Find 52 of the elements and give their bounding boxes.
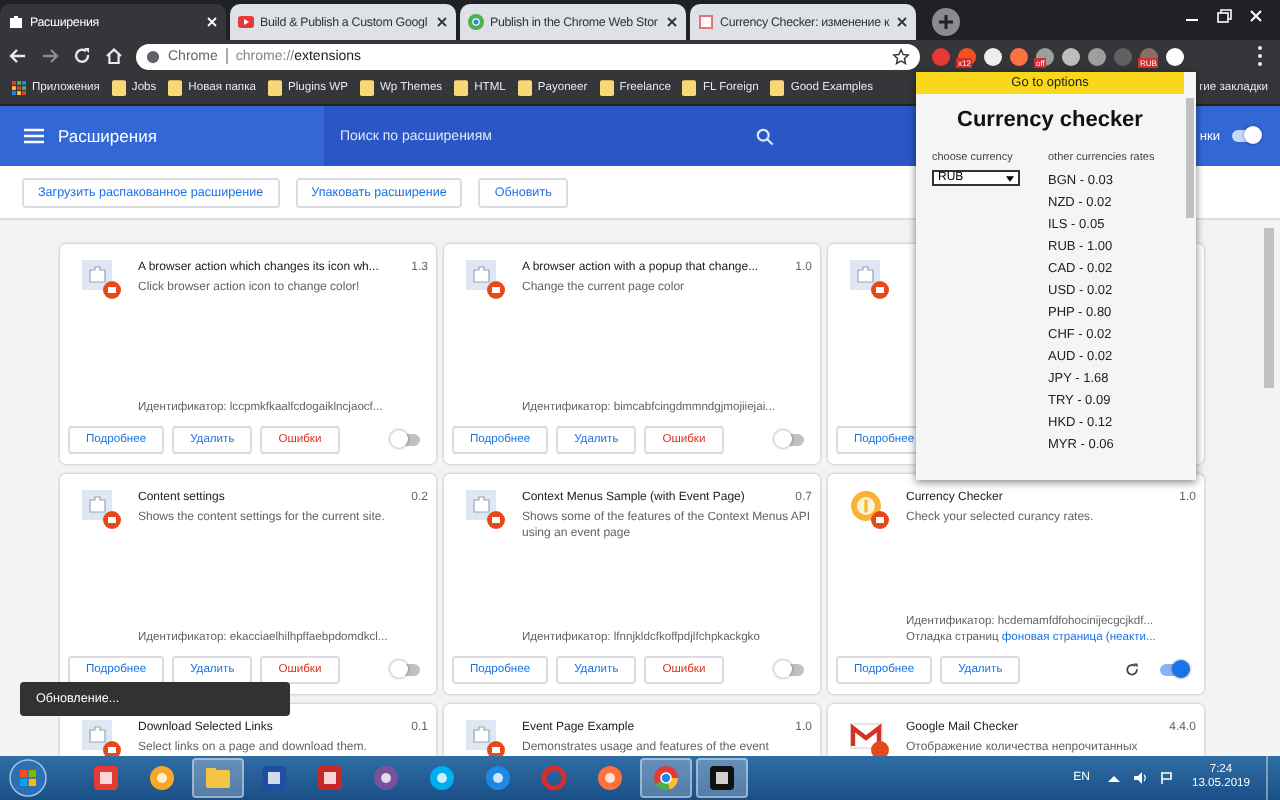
- enable-toggle[interactable]: [776, 434, 804, 446]
- home-icon[interactable]: [104, 46, 124, 66]
- folder-icon: [168, 80, 183, 96]
- reload-icon[interactable]: [1124, 662, 1140, 678]
- browser-icon: [652, 764, 680, 792]
- flag-icon[interactable]: [1157, 770, 1174, 786]
- folder-icon: [359, 80, 374, 96]
- star-icon[interactable]: [892, 47, 910, 65]
- ring-icon: [540, 764, 568, 792]
- developer-mode-toggle[interactable]: [1232, 130, 1260, 142]
- menu-icon[interactable]: [24, 128, 44, 144]
- folder-icon: [204, 764, 232, 792]
- close-icon[interactable]: [1244, 6, 1268, 26]
- info-icon: [146, 49, 160, 63]
- folder-icon: [682, 80, 697, 96]
- menu-icon[interactable]: [1256, 44, 1264, 68]
- caret-icon: [1006, 175, 1014, 181]
- enable-toggle[interactable]: [392, 664, 420, 676]
- popup-title: Currency checker: [955, 108, 1145, 132]
- scrollbar[interactable]: [1186, 98, 1194, 218]
- restore-icon[interactable]: [1212, 6, 1236, 26]
- extension-icon[interactable]: [1166, 47, 1184, 65]
- new-tab-icon[interactable]: [932, 8, 960, 36]
- enable-toggle[interactable]: [1160, 664, 1188, 676]
- folder-icon: [454, 80, 469, 96]
- scrollbar[interactable]: [1264, 228, 1274, 388]
- page-icon: [698, 14, 714, 30]
- extension-icon[interactable]: [1062, 47, 1080, 65]
- start-orb-icon[interactable]: [8, 758, 48, 798]
- enable-toggle[interactable]: [392, 434, 420, 446]
- back-arrow-icon[interactable]: [8, 46, 28, 66]
- speaker-icon[interactable]: [1131, 770, 1148, 786]
- close-icon[interactable]: [896, 16, 908, 28]
- search-icon: [756, 127, 774, 145]
- page-title: Расширения: [58, 126, 159, 146]
- extension-icon[interactable]: [984, 47, 1002, 65]
- folder-icon: [111, 80, 126, 96]
- disc-icon: [148, 764, 176, 792]
- folder-icon: [770, 80, 785, 96]
- folder-icon: [599, 80, 614, 96]
- close-icon[interactable]: [436, 16, 448, 28]
- folder-icon: [267, 80, 282, 96]
- folder-icon: [517, 80, 532, 96]
- play-icon: [238, 14, 254, 30]
- coin-icon: [850, 490, 890, 530]
- taskbar-app[interactable]: [696, 758, 748, 798]
- browser-icon: [468, 14, 484, 30]
- up-arrow-icon[interactable]: [1105, 770, 1122, 786]
- enable-toggle[interactable]: [776, 664, 804, 676]
- grid-icon: [12, 80, 26, 96]
- close-icon[interactable]: [666, 16, 678, 28]
- forward-arrow-icon[interactable]: [40, 46, 60, 66]
